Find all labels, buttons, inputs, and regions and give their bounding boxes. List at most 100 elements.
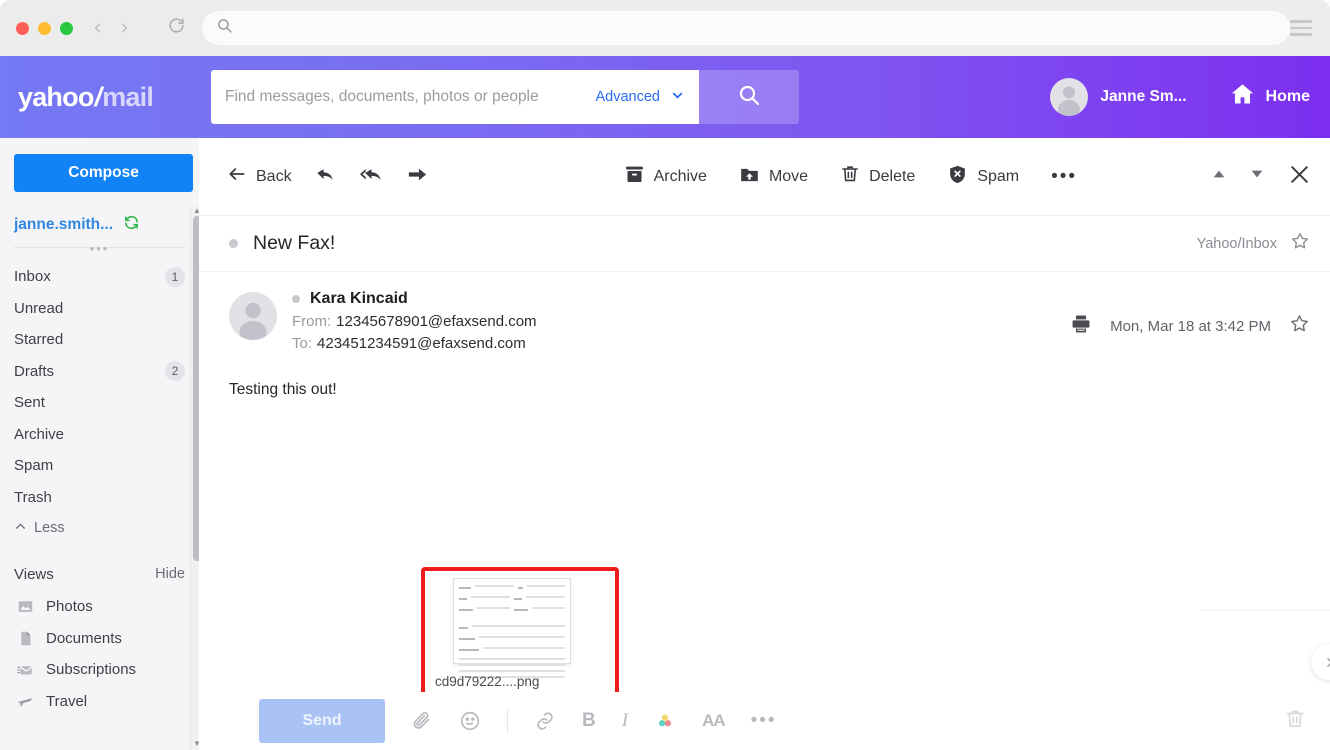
sidebar-item-starred[interactable]: Starred [0, 324, 199, 356]
archive-label: Archive [653, 167, 707, 185]
browser-back-icon[interactable]: ‹ [93, 16, 102, 40]
sidebar-item-trash[interactable]: Trash [0, 482, 199, 514]
previous-message-button[interactable] [1211, 166, 1227, 187]
message-subject: New Fax! [253, 232, 336, 254]
account-row[interactable]: janne.smith... [14, 214, 199, 235]
from-address-row: From: 12345678901@efaxsend.com [292, 313, 537, 330]
user-avatar[interactable] [1050, 78, 1089, 116]
compose-toolbar: Send B I AA ••• [199, 692, 1330, 750]
sidebar-item-inbox[interactable]: Inbox 1 [0, 261, 199, 293]
from-address[interactable]: 12345678901@efaxsend.com [336, 313, 536, 330]
from-label: From: [292, 313, 332, 330]
view-label: Subscriptions [46, 661, 137, 679]
reply-button[interactable] [314, 163, 337, 191]
advanced-search-link[interactable]: Advanced [596, 89, 661, 105]
message-body-container: Kara Kincaid From: 12345678901@efaxsend.c… [199, 272, 1330, 399]
discard-draft-trash-icon[interactable] [1284, 708, 1306, 735]
to-label: To: [292, 335, 313, 352]
sidebar-item-spam[interactable]: Spam [0, 450, 199, 482]
logo-bang: / [94, 81, 102, 112]
unread-dot-icon[interactable] [229, 239, 238, 248]
spam-button[interactable]: Spam [947, 164, 1019, 190]
back-button[interactable]: Back [227, 164, 292, 189]
arrow-left-icon [227, 164, 247, 189]
maximize-window-button[interactable] [60, 21, 73, 35]
sidebar-item-sent[interactable]: Sent [0, 387, 199, 419]
reply-all-button[interactable] [359, 162, 384, 192]
archive-button[interactable]: Archive [624, 164, 707, 190]
views-hide-toggle[interactable]: Hide [155, 566, 185, 582]
user-name-label[interactable]: Janne Sm... [1100, 88, 1186, 106]
folder-label: Trash [14, 488, 52, 506]
sidebar-item-archive[interactable]: Archive [0, 419, 199, 451]
message-divider [1200, 610, 1330, 611]
close-message-button[interactable] [1287, 162, 1312, 192]
archive-box-icon [624, 164, 645, 190]
view-label: Photos [46, 598, 93, 616]
star-outline-icon[interactable] [1289, 313, 1310, 339]
folder-count-badge: 2 [165, 361, 185, 382]
message-header-right: Mon, Mar 18 at 3:42 PM [1070, 290, 1310, 352]
yahoo-mail-logo[interactable]: yahoo / mail [18, 82, 194, 113]
sidebar-item-unread[interactable]: Unread [0, 293, 199, 325]
sidebar-divider: ••• [14, 241, 185, 257]
minimize-window-button[interactable] [38, 21, 51, 35]
sidebar-divider-dots[interactable]: ••• [90, 241, 110, 256]
more-actions-button[interactable]: ••• [1051, 167, 1077, 186]
to-address[interactable]: 423451234591@efaxsend.com [317, 335, 526, 352]
sidebar-item-drafts[interactable]: Drafts 2 [0, 356, 199, 388]
next-message-button[interactable] [1249, 166, 1265, 187]
attachment-card[interactable]: cd9d79222....png 83.1kB [435, 578, 605, 708]
browser-reload-icon[interactable] [167, 16, 186, 40]
sidebar-item-documents[interactable]: Documents [0, 623, 199, 655]
folder-list: Inbox 1 Unread Starred Drafts 2 Sent Arc… [0, 261, 199, 543]
sidebar-item-travel[interactable]: Travel [0, 686, 199, 718]
compose-button[interactable]: Compose [14, 154, 193, 192]
browser-forward-icon[interactable]: › [120, 16, 129, 40]
send-button[interactable]: Send [259, 699, 385, 743]
sender-name[interactable]: Kara Kincaid [310, 290, 408, 308]
document-icon [14, 630, 36, 647]
browser-address-bar[interactable] [202, 11, 1290, 45]
sender-unread-dot-icon[interactable] [292, 295, 300, 303]
search-input[interactable]: Find messages, documents, photos or peop… [211, 70, 699, 124]
search-placeholder: Find messages, documents, photos or peop… [225, 88, 539, 105]
close-window-button[interactable] [16, 21, 29, 35]
account-email-label: janne.smith... [14, 215, 114, 233]
views-label: Views [14, 565, 54, 583]
folder-tag-label: Yahoo/Inbox [1196, 235, 1277, 252]
folder-label: Archive [14, 425, 65, 443]
printer-icon[interactable] [1070, 313, 1092, 340]
paperclip-icon[interactable] [411, 710, 433, 732]
star-outline-icon[interactable] [1290, 231, 1310, 256]
trash-icon [840, 164, 860, 189]
folder-label: Starred [14, 331, 64, 349]
sidebar-item-photos[interactable]: Photos [0, 591, 199, 623]
yahoo-mail-window: ‹ › yahoo / mail Find messages, document… [0, 0, 1330, 750]
home-button[interactable]: Home [1229, 81, 1310, 113]
sidebar-item-subscriptions[interactable]: Subscriptions [0, 654, 199, 686]
attachment-filename: cd9d79222....png [435, 674, 540, 689]
sidebar-less-toggle[interactable]: Less [0, 513, 199, 543]
text-color-icon[interactable] [654, 710, 676, 732]
sender-line: Kara Kincaid [292, 290, 537, 308]
header-right: Janne Sm... Home [1050, 78, 1310, 116]
message-date: Mon, Mar 18 at 3:42 PM [1110, 317, 1271, 335]
italic-button[interactable]: I [622, 710, 628, 732]
sidebar: Compose janne.smith... ••• Inbox 1 Unrea… [0, 138, 199, 750]
bold-button[interactable]: B [582, 710, 596, 732]
sync-icon[interactable] [123, 214, 140, 235]
next-message-circle-button[interactable] [1311, 644, 1330, 680]
forward-button[interactable] [406, 163, 429, 191]
sender-avatar[interactable] [229, 292, 277, 340]
compose-more-button[interactable]: ••• [751, 711, 777, 730]
emoji-smiley-icon[interactable] [459, 710, 481, 732]
link-icon[interactable] [534, 710, 556, 732]
font-size-button[interactable]: AA [702, 711, 726, 731]
chevron-down-icon[interactable] [670, 88, 685, 106]
search-button[interactable] [699, 70, 799, 124]
browser-menu-icon[interactable] [1290, 20, 1312, 36]
move-button[interactable]: Move [739, 164, 808, 190]
logo-yahoo-text: yahoo [18, 81, 94, 112]
delete-button[interactable]: Delete [840, 164, 915, 189]
